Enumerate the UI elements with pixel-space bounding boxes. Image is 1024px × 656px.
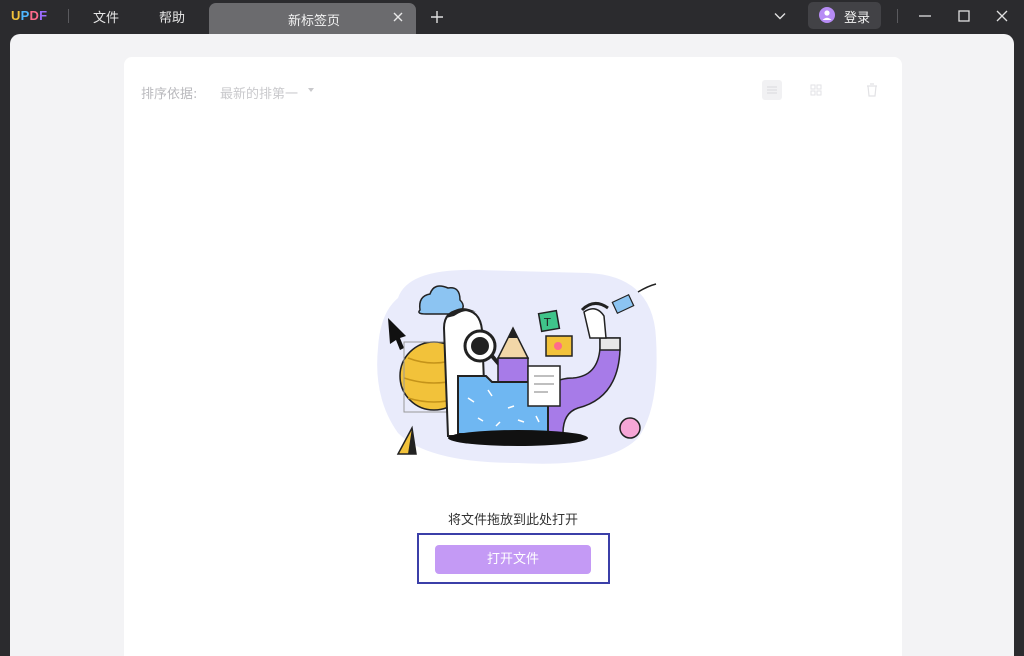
svg-text:T: T <box>543 316 551 329</box>
maximize-icon[interactable] <box>955 7 973 25</box>
menu-file[interactable]: 文件 <box>93 7 119 26</box>
login-label: 登录 <box>844 11 871 26</box>
empty-state-illustration: T <box>377 269 657 464</box>
list-view-icon[interactable] <box>761 79 783 101</box>
login-button[interactable]: 登录 <box>808 2 881 29</box>
minimize-icon[interactable] <box>916 7 934 25</box>
tab-label: 新标签页 <box>288 14 341 29</box>
avatar-icon <box>819 7 835 23</box>
trash-icon[interactable] <box>861 79 883 101</box>
chevron-down-icon[interactable] <box>772 8 788 24</box>
main-area: 排序依据: 最新的排第一 T 将文件拖放到此处打开 打开文件 <box>10 34 1014 656</box>
close-window-icon[interactable] <box>993 7 1011 25</box>
open-file-button[interactable]: 打开文件 <box>435 545 591 574</box>
sort-label: 排序依据: <box>141 87 198 102</box>
title-bar: UPDF 文件 帮助 新标签页 登录 <box>0 0 1024 34</box>
add-tab-icon[interactable] <box>429 9 445 25</box>
sort-dropdown[interactable]: 最新的排第一 <box>220 83 298 102</box>
caret-down-icon[interactable] <box>308 88 314 92</box>
drop-hint: 将文件拖放到此处打开 <box>447 513 578 528</box>
tab-new[interactable]: 新标签页 <box>209 3 416 34</box>
home-panel: 排序依据: 最新的排第一 T 将文件拖放到此处打开 打开文件 <box>124 57 902 656</box>
close-icon[interactable] <box>390 9 406 25</box>
menu-help[interactable]: 帮助 <box>159 7 185 26</box>
title-separator <box>897 9 898 23</box>
grid-view-icon[interactable] <box>805 79 827 101</box>
open-file-highlight: 打开文件 <box>417 533 610 584</box>
app-logo: UPDF <box>11 8 48 23</box>
title-separator <box>68 9 69 23</box>
